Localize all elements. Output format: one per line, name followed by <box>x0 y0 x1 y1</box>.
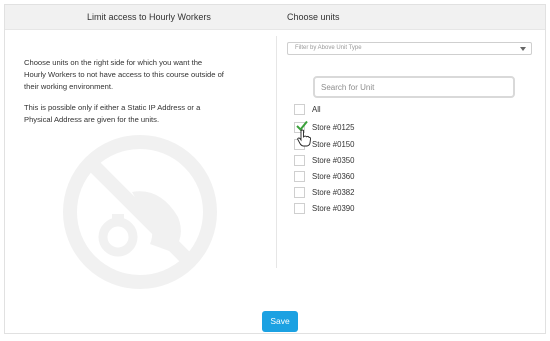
no-hourly-workers-icon <box>63 135 217 289</box>
chevron-down-icon <box>520 47 526 51</box>
unit-label: Store #0360 <box>312 172 355 181</box>
instructions-paragraph-2: This is possible only if either a Static… <box>24 103 201 125</box>
unit-checkbox[interactable] <box>294 187 305 198</box>
unit-label: Store #0150 <box>312 140 355 149</box>
unit-option-all[interactable]: All <box>294 104 414 116</box>
unit-search-box <box>313 76 515 98</box>
unit-option-store-0360[interactable]: Store #0360 <box>294 171 414 183</box>
unit-search-input[interactable] <box>321 81 506 94</box>
hand-cursor-icon <box>297 129 311 147</box>
unit-checkbox[interactable] <box>294 171 305 182</box>
panel-header: Limit access to Hourly Workers Choose un… <box>5 5 545 30</box>
unit-option-store-0390[interactable]: Store #0390 <box>294 203 414 215</box>
unit-option-store-0150[interactable]: Store #0150 <box>294 139 414 151</box>
unit-label: Store #0350 <box>312 156 355 165</box>
column-divider <box>276 36 277 268</box>
access-panel: Limit access to Hourly Workers Choose un… <box>4 4 546 334</box>
unit-option-store-0125[interactable]: Store #0125 <box>294 120 414 134</box>
unit-label: Store #0125 <box>312 123 355 132</box>
limit-access-title: Limit access to Hourly Workers <box>87 12 211 22</box>
unit-type-filter-value: Filter by Above Unit Type <box>295 45 362 51</box>
instructions-paragraph-1: Choose units on the right side for which… <box>24 58 224 91</box>
unit-option-store-0350[interactable]: Store #0350 <box>294 155 414 167</box>
unit-label: Store #0390 <box>312 204 355 213</box>
unit-label: Store #0382 <box>312 188 355 197</box>
unit-option-store-0382[interactable]: Store #0382 <box>294 187 414 199</box>
save-button[interactable]: Save <box>262 311 298 332</box>
unit-label: All <box>312 105 321 114</box>
unit-checkbox[interactable] <box>294 203 305 214</box>
unit-type-filter-select[interactable]: Filter by Above Unit Type <box>287 42 532 55</box>
unit-checkbox[interactable] <box>294 155 305 166</box>
unit-checkbox[interactable] <box>294 104 305 115</box>
choose-units-title: Choose units <box>287 12 340 22</box>
instructions-text: Choose units on the right side for which… <box>24 57 224 136</box>
